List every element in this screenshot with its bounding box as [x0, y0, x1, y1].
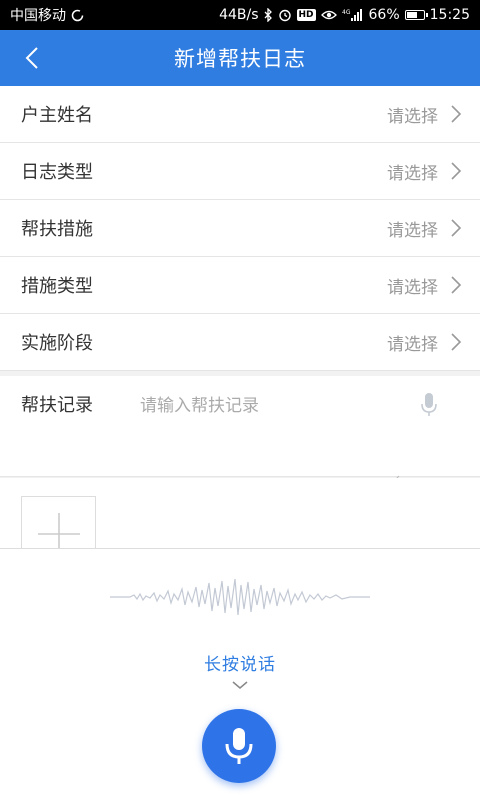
- carrier-name: 中国移动: [10, 8, 66, 24]
- householder-name-row[interactable]: 户主姓名 请选择: [0, 86, 480, 143]
- net-speed: 44B/s: [219, 7, 259, 23]
- page-title: 新增帮扶日志: [174, 47, 306, 71]
- title-bar: 新增帮扶日志: [0, 30, 480, 86]
- alarm-icon: [278, 8, 292, 22]
- hd-icon: HD: [296, 9, 316, 21]
- battery-icon: [404, 10, 428, 20]
- chevron-right-icon: [450, 103, 464, 125]
- chevron-right-icon: [450, 217, 464, 239]
- record-input[interactable]: [140, 386, 405, 476]
- row-value: 请选择: [387, 277, 438, 298]
- row-label: 措施类型: [21, 276, 93, 297]
- back-button[interactable]: [14, 40, 50, 76]
- chevron-right-icon: [450, 274, 464, 296]
- row-value: 请选择: [387, 163, 438, 184]
- battery-percent: 66%: [368, 7, 400, 23]
- chevron-left-icon: [25, 47, 38, 69]
- network-type: 4G: [342, 9, 351, 16]
- row-value: 请选择: [387, 106, 438, 127]
- eye-comfort-icon: [320, 9, 337, 21]
- implementation-stage-row[interactable]: 实施阶段 请选择: [0, 314, 480, 371]
- measure-type-row[interactable]: 措施类型 请选择: [0, 257, 480, 314]
- log-type-row[interactable]: 日志类型 请选择: [0, 143, 480, 200]
- row-label: 实施阶段: [21, 333, 93, 354]
- form: 户主姓名 请选择 日志类型 请选择 帮扶措施 请选择 措施类型 请选择 实施阶段…: [0, 86, 480, 371]
- status-bar: 中国移动 44B/s HD 4G 66% 15:25: [0, 0, 480, 30]
- voice-hint: 长按说话: [204, 655, 276, 675]
- bluetooth-icon: [264, 8, 273, 22]
- chevron-right-icon: [450, 160, 464, 182]
- row-label: 帮扶措施: [21, 219, 93, 240]
- record-label: 帮扶记录: [21, 395, 93, 416]
- sync-icon: [71, 9, 84, 22]
- microphone-icon: [225, 728, 253, 764]
- row-value: 请选择: [387, 334, 438, 355]
- signal-icon: 4G: [342, 8, 364, 22]
- record-section: 帮扶记录: [0, 376, 480, 477]
- voice-input-panel: 长按说话: [0, 548, 480, 800]
- hold-to-talk-button[interactable]: [202, 709, 276, 783]
- row-label: 户主姓名: [21, 105, 93, 126]
- sound-wave-icon: [110, 577, 370, 621]
- photo-area: [0, 478, 480, 571]
- chevron-right-icon: [450, 331, 464, 353]
- microphone-icon[interactable]: [419, 392, 439, 422]
- assistance-measure-row[interactable]: 帮扶措施 请选择: [0, 200, 480, 257]
- row-value: 请选择: [387, 220, 438, 241]
- clock: 15:25: [429, 7, 470, 23]
- chevron-down-icon[interactable]: [229, 677, 251, 693]
- row-label: 日志类型: [21, 162, 93, 183]
